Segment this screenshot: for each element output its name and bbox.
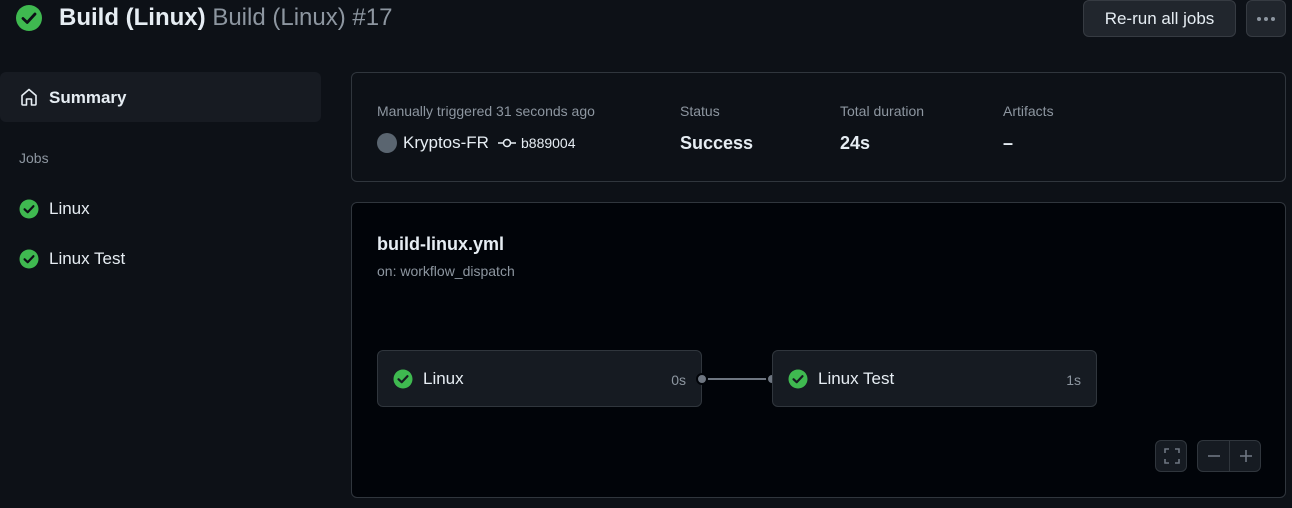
- check-circle-fill-icon: [788, 369, 808, 389]
- duration-value: 24s: [840, 133, 871, 153]
- check-circle-fill-icon: [393, 369, 413, 389]
- check-circle-fill-icon: [19, 249, 39, 269]
- run-name: Build (Linux) #17: [212, 4, 393, 31]
- zoom-out-icon: [1207, 455, 1220, 457]
- page-title: Build (Linux) Build (Linux) #17: [59, 3, 392, 33]
- artifacts-value: –: [1003, 133, 1014, 153]
- zoom-in-button[interactable]: [1230, 441, 1261, 471]
- job-duration: 1s: [1066, 372, 1081, 388]
- git-commit-icon: [498, 138, 516, 148]
- workflow-file-name: build-linux.yml: [377, 234, 505, 254]
- sidebar-item-summary[interactable]: Summary: [0, 72, 321, 122]
- fullscreen-icon: [1163, 448, 1180, 464]
- fullscreen-button[interactable]: [1156, 441, 1187, 471]
- fullscreen-control: [1155, 440, 1187, 472]
- job-name: Linux: [423, 369, 464, 388]
- sidebar-item-job-linux[interactable]: Linux: [0, 190, 321, 226]
- sidebar-item-label: Summary: [49, 88, 127, 107]
- sidebar-item-job-linux-test[interactable]: Linux Test: [0, 240, 321, 276]
- zoom-in-icon: [1239, 450, 1252, 462]
- graph-job-linux[interactable]: Linux 0s: [377, 350, 702, 407]
- run-header: Build (Linux) Build (Linux) #17 Re-run a…: [0, 0, 1292, 40]
- job-connector: [702, 378, 772, 380]
- job-duration: 0s: [671, 372, 686, 388]
- duration-label: Total duration: [840, 103, 925, 119]
- job-label: Linux Test: [49, 249, 126, 268]
- status-value: Success: [680, 133, 754, 153]
- graph-job-linux-test[interactable]: Linux Test 1s: [772, 350, 1097, 407]
- commit-sha: b889004: [521, 135, 576, 151]
- zoom-out-button[interactable]: [1198, 441, 1229, 471]
- status-label: Status: [680, 103, 720, 119]
- zoom-controls: [1197, 440, 1261, 472]
- job-label: Linux: [49, 199, 90, 218]
- rerun-all-jobs-button[interactable]: Re-run all jobs: [1083, 0, 1236, 37]
- workflow-graph: build-linux.yml on: workflow_dispatch Li…: [351, 202, 1286, 498]
- actor-name: Kryptos-FR: [403, 133, 489, 152]
- avatar: [377, 133, 397, 153]
- jobs-heading: Jobs: [19, 150, 49, 166]
- job-name: Linux Test: [818, 369, 895, 388]
- workflow-trigger: on: workflow_dispatch: [377, 263, 515, 279]
- workflow-name: Build (Linux): [59, 4, 206, 31]
- home-icon: [21, 88, 37, 106]
- check-circle-fill-icon: [16, 5, 42, 31]
- kebab-horizontal-icon: [1257, 16, 1275, 21]
- commit-link[interactable]: b889004: [497, 131, 576, 155]
- connector-dot-out: [696, 373, 708, 385]
- check-circle-fill-icon: [19, 199, 39, 219]
- trigger-label: Manually triggered 31 seconds ago: [377, 103, 595, 119]
- run-summary-card: Manually triggered 31 seconds ago Krypto…: [351, 72, 1286, 182]
- more-options-button[interactable]: [1246, 0, 1286, 37]
- actor[interactable]: Kryptos-FR: [377, 131, 489, 155]
- artifacts-label: Artifacts: [1003, 103, 1054, 119]
